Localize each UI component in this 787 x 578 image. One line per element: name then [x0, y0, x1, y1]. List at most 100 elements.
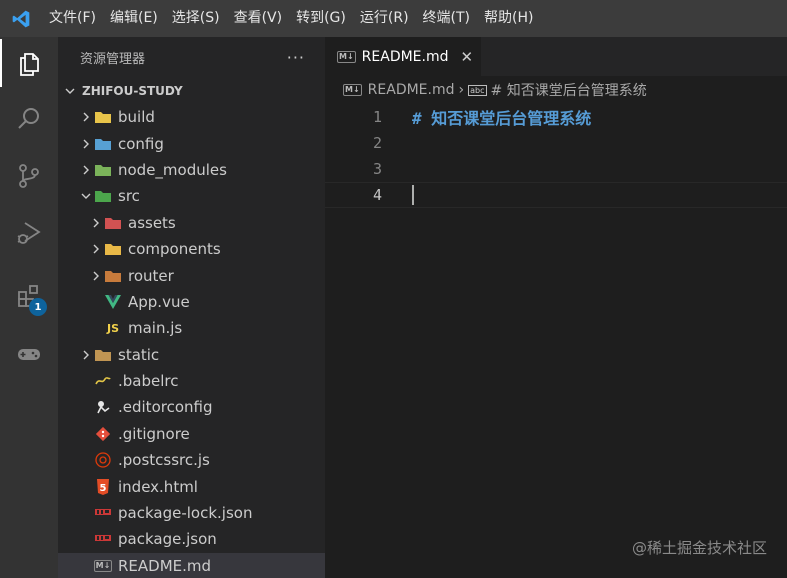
chevron-right-icon: › [458, 82, 465, 98]
chevron-right-icon [78, 109, 94, 125]
chevron-right-icon [78, 162, 94, 178]
breadcrumb-file[interactable]: README.md [368, 82, 455, 98]
chevron-right-icon [88, 215, 104, 231]
tree-item[interactable]: components [58, 236, 325, 262]
tree-item[interactable]: src [58, 183, 325, 209]
chevron-down-icon [78, 188, 94, 204]
tree-item[interactable]: M↓ README.md [58, 552, 325, 578]
tree-item[interactable]: package-lock.json [58, 500, 325, 526]
extensions-icon[interactable]: 1 [0, 272, 58, 320]
svg-text:5: 5 [100, 483, 107, 494]
explorer-sidebar: 资源管理器 ··· ZHIFOU-STUDY build config node_m… [58, 37, 325, 578]
tree-item[interactable]: router [58, 262, 325, 288]
menu-terminal[interactable]: 终端(T) [416, 0, 477, 37]
editor-line[interactable]: 1 # 知否课堂后台管理系统 [325, 104, 787, 130]
folder-config-icon [94, 135, 112, 153]
markdown-icon: M↓ [93, 559, 113, 572]
breadcrumb-symbol[interactable]: # 知否课堂后台管理系统 [491, 80, 647, 100]
tree-item-label: index.html [118, 477, 198, 496]
editor-line[interactable]: 2 [325, 130, 787, 156]
tree-item-label: .editorconfig [118, 398, 213, 417]
symbol-string-icon: abc [468, 84, 487, 96]
run-debug-icon[interactable] [0, 209, 58, 257]
tree-item-label: static [118, 345, 160, 364]
tree-item[interactable]: .postcssrc.js [58, 447, 325, 473]
menu-run[interactable]: 运行(R) [353, 0, 416, 37]
folder-components-icon [104, 240, 122, 258]
text-cursor [412, 185, 414, 205]
vscode-logo-icon [0, 0, 42, 37]
tree-item-label: .postcssrc.js [118, 451, 210, 470]
tree-item[interactable]: static [58, 342, 325, 368]
menu-edit[interactable]: 编辑(E) [103, 0, 165, 37]
editor-area: M↓ README.md ✕ M↓ README.md › abc # 知否课堂… [325, 37, 787, 578]
tree-item-label: src [118, 187, 140, 206]
folder-yellow-icon [94, 108, 112, 126]
menu-file[interactable]: 文件(F) [42, 0, 103, 37]
npm-icon [94, 504, 112, 522]
npm-icon [94, 530, 112, 548]
tree-item[interactable]: .gitignore [58, 421, 325, 447]
tree-item[interactable]: build [58, 104, 325, 130]
close-icon[interactable]: ✕ [461, 48, 474, 66]
tree-item-label: assets [128, 213, 176, 232]
tree-item[interactable]: JS main.js [58, 315, 325, 341]
tree-item-label: .babelrc [118, 372, 179, 391]
markdown-icon: M↓ [343, 84, 362, 96]
menu-view[interactable]: 查看(V) [227, 0, 290, 37]
tree-item[interactable]: config [58, 130, 325, 156]
remote-gamepad-icon[interactable] [0, 330, 58, 378]
line-number: 1 [372, 108, 382, 126]
vue-icon [104, 293, 122, 311]
tree-item-label: App.vue [128, 292, 190, 311]
extensions-badge: 1 [29, 298, 47, 316]
tree-item[interactable]: App.vue [58, 289, 325, 315]
tree-item[interactable]: assets [58, 210, 325, 236]
tree-item-label: .gitignore [118, 424, 190, 443]
js-icon: JS [106, 321, 119, 335]
menu-help[interactable]: 帮助(H) [477, 0, 540, 37]
babel-icon [94, 372, 112, 390]
explorer-header: 资源管理器 ··· [58, 37, 325, 77]
folder-assets-icon [104, 214, 122, 232]
more-actions-icon[interactable]: ··· [287, 48, 305, 67]
folder-node-icon [94, 161, 112, 179]
html5-icon: 5 [94, 478, 112, 496]
source-control-icon[interactable] [0, 152, 58, 200]
git-icon [94, 425, 112, 443]
activity-bar: 1 [0, 37, 58, 578]
tree-item[interactable]: node_modules [58, 157, 325, 183]
editor-line-current[interactable]: 4 [325, 182, 787, 208]
workspace-root[interactable]: ZHIFOU-STUDY [58, 77, 325, 104]
markdown-icon: M↓ [337, 50, 356, 63]
tree-item[interactable]: .babelrc [58, 368, 325, 394]
breadcrumb: M↓ README.md › abc # 知否课堂后台管理系统 [325, 76, 787, 104]
chevron-right-icon [88, 268, 104, 284]
tree-item[interactable]: .editorconfig [58, 394, 325, 420]
tree-item[interactable]: package.json [58, 526, 325, 552]
folder-src-open-icon [94, 187, 112, 205]
line-code: # 知否课堂后台管理系统 [412, 109, 592, 128]
explorer-icon[interactable] [0, 39, 58, 87]
workspace-root-label: ZHIFOU-STUDY [82, 83, 183, 98]
tree-item[interactable]: 5 index.html [58, 473, 325, 499]
tree-item-label: package-lock.json [118, 504, 253, 523]
chevron-right-icon [88, 241, 104, 257]
search-icon[interactable] [0, 95, 58, 143]
tree-item-label: main.js [128, 319, 183, 338]
editor-line[interactable]: 3 [325, 156, 787, 182]
menu-go[interactable]: 转到(G) [289, 0, 353, 37]
folder-plain-icon [94, 346, 112, 364]
menu-selection[interactable]: 选择(S) [165, 0, 227, 37]
tab-readme[interactable]: M↓ README.md ✕ [325, 37, 481, 76]
tree-item-label: components [128, 240, 221, 259]
tree-item-label: node_modules [118, 160, 227, 179]
